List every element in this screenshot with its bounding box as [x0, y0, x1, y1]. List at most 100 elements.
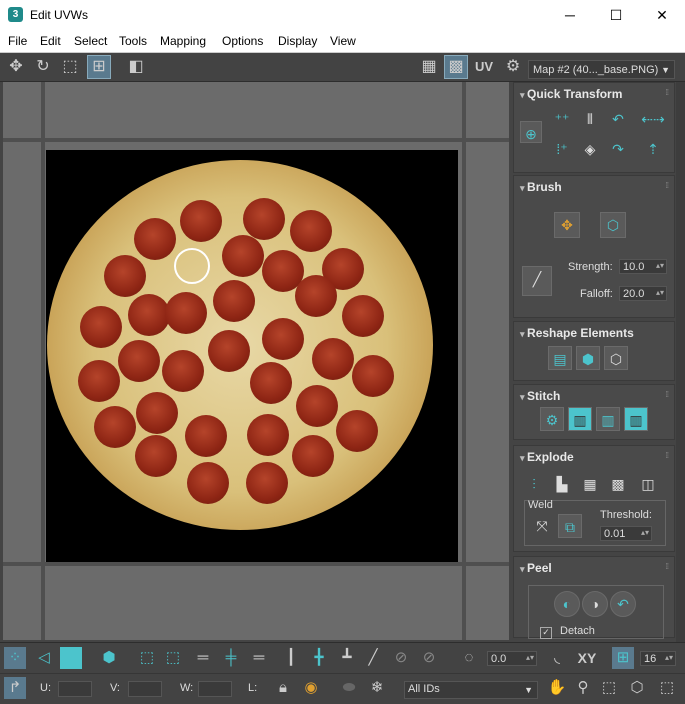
quick-transform-header[interactable]: Quick Transform — [520, 87, 622, 101]
w-field[interactable] — [198, 681, 232, 697]
maximize-button[interactable]: ☐ — [593, 0, 639, 30]
stitch-header[interactable]: Stitch — [520, 389, 560, 403]
align-vertical-icon[interactable]: ⁞⁺ — [550, 137, 574, 161]
menu-options[interactable]: Options — [222, 34, 263, 48]
pepperoni — [292, 435, 334, 477]
falloff-spinner[interactable]: 20.0 ▴▾ — [619, 286, 667, 301]
weld-selected-icon[interactable]: ⤧ — [530, 514, 554, 538]
align-x-icon[interactable]: ⇠⇢ — [641, 107, 665, 131]
soft-select-icon[interactable]: ⊘ — [390, 647, 412, 669]
relax-icon[interactable]: ⬢ — [576, 346, 600, 370]
pan-icon[interactable]: ✋ — [546, 677, 568, 699]
space-vertical-icon[interactable]: ⦀ — [578, 107, 602, 131]
brush-select-icon[interactable]: ╱ — [362, 647, 384, 669]
paint-select-icon[interactable]: ⬚ — [162, 647, 184, 669]
vertex-select-icon[interactable]: ⁘ — [4, 647, 26, 669]
flatten-icon[interactable]: ▦ — [578, 472, 602, 496]
zoom-selected-icon[interactable]: ⬚ — [656, 677, 678, 699]
zoom-icon[interactable]: ⚲ — [572, 677, 594, 699]
relax-brush-icon[interactable]: ⬡ — [600, 212, 626, 238]
stitch-source-icon[interactable]: ▥ — [568, 407, 592, 431]
align-y-icon[interactable]: ⇡ — [641, 137, 665, 161]
loop-select-icon[interactable]: ═ — [192, 647, 214, 669]
ring-grow-icon[interactable]: ╋ — [308, 647, 330, 669]
stitch-average-icon[interactable]: ▥ — [596, 407, 620, 431]
xy-toggle[interactable]: XY — [572, 647, 602, 669]
peel-header[interactable]: Peel — [520, 561, 552, 575]
rect-select-icon[interactable]: ⬚ — [136, 647, 158, 669]
grow-select-icon[interactable]: ╪ — [220, 647, 242, 669]
align-horizontal-icon[interactable]: ⁺⁺ — [550, 107, 574, 131]
reshape-elements-header[interactable]: Reshape Elements — [520, 326, 634, 340]
menu-edit[interactable]: Edit — [40, 34, 61, 48]
curve-icon[interactable]: ◟ — [546, 647, 568, 669]
detach-edge-icon[interactable]: ▙ — [550, 472, 574, 496]
rotation-icon[interactable]: ◌ — [458, 647, 480, 669]
quick-peel-icon[interactable]: ◐ — [554, 591, 580, 617]
checker-icon[interactable]: ▦ — [418, 56, 440, 78]
show-map-icon[interactable]: ▩ — [444, 55, 468, 79]
mirror-icon[interactable]: ◧ — [125, 56, 147, 78]
pivot-icon[interactable]: ⊕ — [520, 121, 542, 143]
minimize-button[interactable]: ─ — [547, 0, 593, 30]
freeform-icon[interactable]: ⊞ — [87, 55, 111, 79]
map-select[interactable]: Map #2 (40..._base.PNG) ▼ — [528, 60, 675, 79]
grid-spinner[interactable]: 16 ▴▾ — [640, 651, 676, 666]
ring-shrink-icon[interactable]: ┻ — [336, 647, 358, 669]
element-select-icon[interactable]: ⬢ — [98, 647, 120, 669]
freeze-icon[interactable]: ❄ — [366, 677, 388, 699]
menu-file[interactable]: File — [8, 34, 27, 48]
pepperoni — [243, 198, 285, 240]
settings-icon[interactable]: ⚙ — [502, 56, 524, 78]
space-horizontal-icon[interactable]: ◈ — [578, 137, 602, 161]
angle-spinner[interactable]: 0.0 ▴▾ — [487, 651, 537, 666]
menu-mapping[interactable]: Mapping — [160, 34, 206, 48]
absolute-offset-icon[interactable]: ↱ — [4, 677, 26, 699]
soft-select-2-icon[interactable]: ⊘ — [418, 647, 440, 669]
straighten-icon[interactable]: ▤ — [548, 346, 572, 370]
split-icon[interactable]: ◫ — [636, 472, 660, 496]
falloff-curve-icon[interactable]: ╱ — [522, 266, 552, 296]
rotate-ccw-icon[interactable]: ↶ — [606, 107, 630, 131]
explode-break-icon[interactable]: ⫶ — [522, 472, 546, 496]
edge-select-icon[interactable]: ◁ — [33, 647, 55, 669]
menu-display[interactable]: Display — [278, 34, 317, 48]
v-field[interactable] — [128, 681, 162, 697]
explode-header[interactable]: Explode — [520, 450, 574, 464]
reset-peel-icon[interactable]: ↶ — [610, 591, 636, 617]
brush-header[interactable]: Brush — [520, 180, 562, 194]
threshold-spinner[interactable]: 0.01 ▴▾ — [600, 526, 652, 541]
checker-break-icon[interactable]: ▩ — [606, 472, 630, 496]
menu-select[interactable]: Select — [74, 34, 107, 48]
move-icon[interactable]: ✥ — [5, 56, 27, 78]
scale-icon[interactable]: ⬚ — [59, 56, 81, 78]
close-button[interactable]: ✕ — [639, 0, 685, 30]
zoom-extents-icon[interactable]: ⬡ — [626, 677, 648, 699]
peel-mode-icon[interactable]: ◑ — [582, 591, 608, 617]
w-label: W: — [180, 682, 194, 694]
lock-icon[interactable]: 🔒︎ — [272, 677, 294, 699]
rotate-cw-icon[interactable]: ↷ — [606, 137, 630, 161]
stitch-custom-icon[interactable]: ⚙ — [540, 407, 564, 431]
u-field[interactable] — [58, 681, 92, 697]
hide-icon[interactable]: ⬬ — [338, 677, 360, 699]
menu-view[interactable]: View — [330, 34, 356, 48]
weld-target-icon[interactable]: ⧉ — [558, 514, 582, 538]
pepperoni — [180, 200, 222, 242]
uv-label[interactable]: UV — [473, 56, 495, 78]
zoom-region-icon[interactable]: ⬚ — [598, 677, 620, 699]
detach-checkbox[interactable]: ✓ — [540, 627, 552, 639]
shrink-select-icon[interactable]: ═ — [248, 647, 270, 669]
menu-tools[interactable]: Tools — [119, 34, 147, 48]
rotate-icon[interactable]: ↻ — [32, 56, 54, 78]
face-select-icon[interactable] — [60, 647, 82, 669]
ring-select-icon[interactable]: ┃ — [280, 647, 302, 669]
show-hidden-icon[interactable]: ◉ — [300, 677, 322, 699]
ids-select[interactable]: All IDs ▼ — [404, 681, 538, 699]
paint-move-icon[interactable]: ✥ — [554, 212, 580, 238]
grid-snap-icon[interactable]: ⊞ — [612, 647, 634, 669]
stitch-target-icon[interactable]: ▥ — [624, 407, 648, 431]
shape-icon[interactable]: ⬡ — [604, 346, 628, 370]
panel-scrollbar[interactable] — [676, 82, 685, 642]
strength-spinner[interactable]: 10.0 ▴▾ — [619, 259, 667, 274]
